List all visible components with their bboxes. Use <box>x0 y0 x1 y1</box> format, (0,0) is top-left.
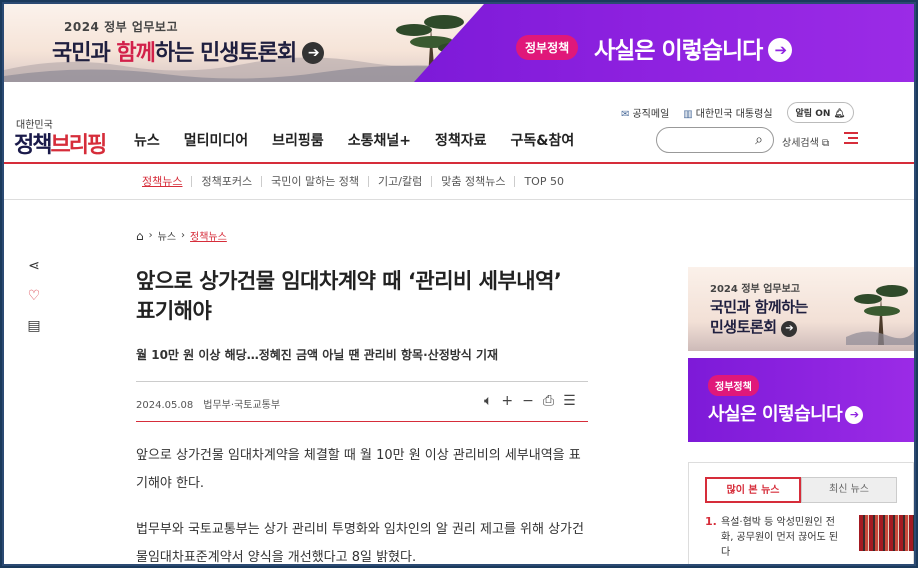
chevron-right-icon: › <box>148 230 153 241</box>
banner-title: 국민과 함께하는 민생토론회 ➔ <box>52 35 325 67</box>
side-banner-small: 2024 정부 업무보고 <box>710 284 800 295</box>
list-icon[interactable]: ☰ <box>563 393 576 409</box>
side-banner-facts[interactable]: 정부정책 사실은 이렇습니다 ➔ <box>688 358 914 442</box>
speaker-icon[interactable]: 🔈︎ <box>484 393 492 409</box>
sub-nav: 정책뉴스 정책포커스 국민이 말하는 정책 기고/칼럼 맞춤 정책뉴스 TOP … <box>4 166 914 200</box>
arrow-right-icon: ➔ <box>768 38 793 62</box>
nav-news[interactable]: 뉴스 <box>134 130 160 150</box>
article-paragraph: 법무부와 국토교통부는 상가 관리비 투명화와 임차인의 알 권리 제고를 위해… <box>136 522 584 565</box>
home-icon[interactable]: ⌂ <box>136 229 144 243</box>
chevron-right-icon: › <box>181 230 186 241</box>
banner-small-text: 2024 정부 업무보고 <box>64 20 178 34</box>
site-header: 대한민국 정책브리핑 뉴스 멀티미디어 브리핑룸 소통채널+ 정책자료 구독&참… <box>4 82 914 164</box>
mail-icon: ✉ <box>621 109 630 120</box>
news-thumbnail[interactable] <box>859 515 914 551</box>
arrow-right-icon: ➔ <box>845 406 864 424</box>
minus-icon[interactable]: − <box>522 393 534 409</box>
bell-icon: 🔔︎ <box>833 109 845 119</box>
utility-links: ✉ 공직메일 ▥ 대한민국 대통령실 알림 ON 🔔︎ <box>621 102 854 123</box>
side-tools: ⋖ ♡ ▤ <box>26 258 42 334</box>
search-input[interactable] <box>667 128 757 152</box>
subnav-custom-news[interactable]: 맞춤 정책뉴스 <box>431 176 514 187</box>
tab-latest-news[interactable]: 최신 뉴스 <box>801 477 897 503</box>
alarm-toggle[interactable]: 알림 ON 🔔︎ <box>786 102 854 123</box>
nav-multimedia[interactable]: 멀티미디어 <box>184 130 248 150</box>
breadcrumb-news[interactable]: 뉴스 <box>158 228 176 243</box>
divider <box>136 381 588 382</box>
subnav-policy-focus[interactable]: 정책포커스 <box>191 176 261 187</box>
article-subtitle: 월 10만 원 이상 해당…정혜진 금액 아닐 땐 관리비 항목·산정방식 기재 <box>136 348 499 362</box>
side-policy-pill: 정부정책 <box>708 375 759 396</box>
news-rank: 1. <box>705 515 717 528</box>
article-date: 2024.05.08 <box>136 400 194 411</box>
top-banner[interactable]: 2024 정부 업무보고 국민과 함께하는 민생토론회 ➔ 정부정책 사실은 이렇… <box>4 4 914 82</box>
nav-channels[interactable]: 소통채널+ <box>348 130 411 150</box>
article-paragraph: 앞으로 상가건물 임대차계약을 체결할 때 월 10만 원 이상 관리비의 세부… <box>136 448 581 491</box>
search-icon[interactable]: ⌕ <box>755 132 763 148</box>
divider <box>136 421 588 422</box>
subnav-policy-news[interactable]: 정책뉴스 <box>142 176 191 187</box>
heart-icon[interactable]: ♡ <box>26 288 42 304</box>
subnav-column[interactable]: 기고/칼럼 <box>368 176 431 187</box>
hamburger-menu-icon[interactable] <box>844 132 858 147</box>
comment-icon[interactable]: ▤ <box>26 318 42 334</box>
side-banner-title: 국민과 함께하는 민생토론회 ➔ <box>710 298 808 337</box>
nav-policy-materials[interactable]: 정책자료 <box>435 130 487 150</box>
article-title: 앞으로 상가건물 임대차계약 때 ‘관리비 세부내역’ 표기해야 <box>136 269 562 323</box>
president-office-link[interactable]: ▥ 대한민국 대통령실 <box>683 105 772 120</box>
building-icon: ▥ <box>683 109 693 120</box>
article-tools: 🔈︎ + − ⎙ ☰ <box>484 393 576 409</box>
site-logo[interactable]: 정책브리핑 <box>14 127 107 159</box>
news-headline[interactable]: 욕설·협박 등 악성민원인 전화, 공무원이 먼저 끊어도 된다 <box>721 515 839 560</box>
article-org: 법무부·국토교통부 <box>203 400 281 411</box>
news-tabs: 많이 본 뉴스 최신 뉴스 <box>705 477 897 503</box>
arrow-right-icon: ➔ <box>781 321 798 337</box>
breadcrumb-current[interactable]: 정책뉴스 <box>190 228 227 243</box>
main-nav: 뉴스 멀티미디어 브리핑룸 소통채널+ 정책자료 구독&참여 <box>134 130 574 150</box>
advanced-search-link[interactable]: 상세검색 ⧉ <box>782 134 829 149</box>
gov-mail-link[interactable]: ✉ 공직메일 <box>621 105 669 120</box>
arrow-right-icon: ➔ <box>302 42 325 64</box>
banner-fact-title: 사실은 이렇습니다 ➔ <box>594 31 793 65</box>
nav-briefing-room[interactable]: 브리핑룸 <box>272 130 324 150</box>
subnav-top50[interactable]: TOP 50 <box>514 176 573 187</box>
nav-subscribe[interactable]: 구독&참여 <box>511 130 575 150</box>
share-icon[interactable]: ⋖ <box>26 258 42 274</box>
tab-popular-news[interactable]: 많이 본 뉴스 <box>705 477 801 503</box>
print-icon[interactable]: ⎙ <box>543 393 554 409</box>
browser-frame: 2024 정부 업무보고 국민과 함께하는 민생토론회 ➔ 정부정책 사실은 이렇… <box>2 2 916 566</box>
news-ranking-box: 많이 본 뉴스 최신 뉴스 1. 욕설·협박 등 악성민원인 전화, 공무원이 … <box>688 462 914 564</box>
article-meta: 2024.05.08 법무부·국토교통부 <box>136 396 280 411</box>
pine-tree-icon <box>846 285 914 345</box>
side-fact-title: 사실은 이렇습니다 ➔ <box>708 400 864 426</box>
banner-policy-pill: 정부정책 <box>516 35 579 60</box>
side-banner-forum[interactable]: 2024 정부 업무보고 국민과 함께하는 민생토론회 ➔ <box>688 267 914 351</box>
plus-icon[interactable]: + <box>501 393 513 409</box>
external-icon: ⧉ <box>822 138 830 149</box>
subnav-citizen-policy[interactable]: 국민이 말하는 정책 <box>261 176 368 187</box>
search-box: ⌕ <box>656 127 774 153</box>
breadcrumb: ⌂ › 뉴스 › 정책뉴스 <box>136 228 227 244</box>
